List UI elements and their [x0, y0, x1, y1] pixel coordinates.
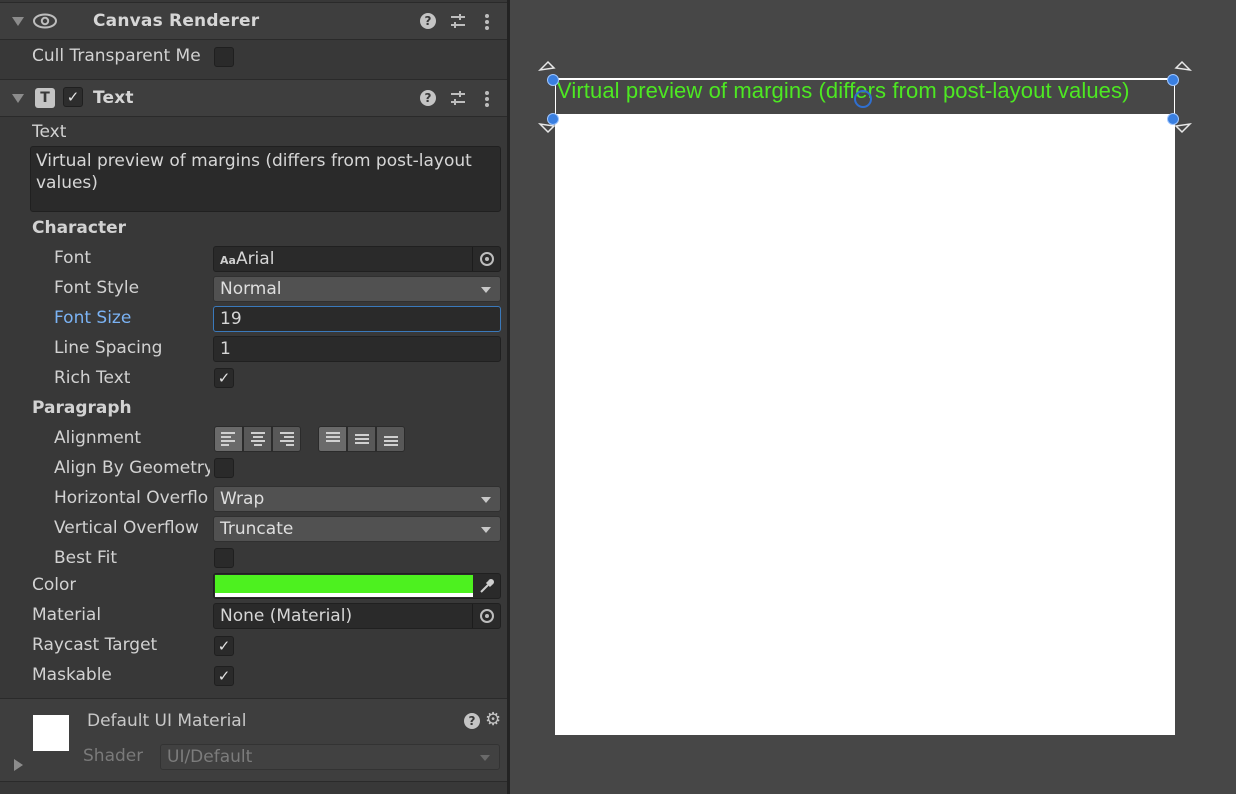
- vertical-overflow-label: Vertical Overflow: [54, 518, 199, 538]
- preset-sliders-icon[interactable]: [449, 13, 467, 30]
- resize-handle-top-left[interactable]: [547, 74, 559, 86]
- raycast-target-label: Raycast Target: [32, 635, 158, 655]
- font-style-value: Normal: [220, 279, 282, 299]
- vertical-overflow-dropdown[interactable]: Truncate: [213, 516, 501, 542]
- shader-dropdown[interactable]: UI/Default: [160, 744, 500, 770]
- color-swatch[interactable]: [215, 575, 473, 593]
- chevron-down-icon: [481, 287, 491, 293]
- foldout-arrow-icon[interactable]: [12, 17, 24, 26]
- align-by-geometry-checkbox[interactable]: [214, 458, 234, 478]
- chevron-down-icon: [481, 527, 491, 533]
- canvas-renderer-title: Canvas Renderer: [93, 11, 260, 31]
- resize-handle-bottom-left[interactable]: [547, 113, 559, 125]
- foldout-arrow-icon[interactable]: [14, 759, 23, 771]
- font-field[interactable]: AaArial: [213, 246, 501, 272]
- text-enabled-checkbox[interactable]: ✓: [63, 87, 83, 107]
- canvas-renderer-header[interactable]: Canvas Renderer ?: [0, 2, 507, 40]
- font-size-input[interactable]: 19: [213, 306, 501, 332]
- material-field[interactable]: None (Material): [213, 603, 501, 629]
- resize-handle-bottom-right[interactable]: [1167, 113, 1179, 125]
- align-right-icon[interactable]: [272, 426, 301, 452]
- shader-value: UI/Default: [167, 747, 253, 767]
- scene-view[interactable]: Virtual preview of margins (differs from…: [510, 0, 1236, 794]
- align-by-geometry-label: Align By Geometry: [54, 458, 210, 478]
- shader-label: Shader: [83, 746, 144, 766]
- material-value: None (Material): [220, 606, 353, 626]
- anchor-left-icon[interactable]: [538, 58, 558, 138]
- text-component-header[interactable]: T ✓ Text ?: [0, 79, 507, 117]
- chevron-down-icon: [480, 755, 490, 761]
- align-center-icon[interactable]: [243, 426, 272, 452]
- best-fit-checkbox[interactable]: [214, 548, 234, 568]
- cull-transparent-label: Cull Transparent Me: [32, 46, 201, 66]
- foldout-arrow-icon[interactable]: [12, 94, 24, 103]
- paragraph-section-header: Paragraph: [32, 398, 132, 418]
- cull-transparent-checkbox[interactable]: [214, 47, 234, 67]
- font-size-label: Font Size: [54, 308, 132, 328]
- raycast-target-checkbox[interactable]: ✓: [214, 636, 234, 656]
- color-field[interactable]: [213, 573, 501, 599]
- font-asset-icon: Aa: [220, 254, 236, 267]
- pivot-icon[interactable]: [854, 90, 872, 108]
- align-middle-icon[interactable]: [347, 426, 376, 452]
- align-left-icon[interactable]: [214, 426, 243, 452]
- material-preview-section: Default UI Material ? ⚙ Shader UI/Defaul…: [0, 698, 507, 782]
- preset-sliders-icon[interactable]: [449, 90, 467, 107]
- text-area[interactable]: Virtual preview of margins (differs from…: [30, 146, 501, 212]
- horizontal-overflow-dropdown[interactable]: Wrap: [213, 486, 501, 512]
- text-component-title: Text: [93, 88, 134, 108]
- font-label: Font: [54, 248, 92, 268]
- horizontal-overflow-value: Wrap: [220, 489, 265, 509]
- canvas-rect: [555, 78, 1175, 735]
- rich-text-checkbox[interactable]: ✓: [214, 368, 234, 388]
- kebab-menu-icon[interactable]: [481, 12, 493, 32]
- maskable-checkbox[interactable]: ✓: [214, 666, 234, 686]
- alpha-bar: [215, 593, 473, 597]
- font-style-label: Font Style: [54, 278, 140, 298]
- text-label: Text: [32, 122, 67, 142]
- material-label: Material: [32, 605, 102, 625]
- text-component-icon: T: [35, 88, 55, 108]
- character-section-header: Character: [32, 218, 127, 238]
- anchor-right-icon[interactable]: [1172, 58, 1192, 138]
- line-spacing-input[interactable]: 1: [213, 336, 501, 362]
- gear-icon[interactable]: ⚙: [485, 709, 501, 730]
- line-spacing-label: Line Spacing: [54, 338, 163, 358]
- vertical-alignment-group: [318, 426, 405, 452]
- horizontal-alignment-group: [214, 426, 301, 452]
- resize-handle-top-right[interactable]: [1167, 74, 1179, 86]
- kebab-menu-icon[interactable]: [481, 89, 493, 109]
- align-top-icon[interactable]: [318, 426, 347, 452]
- object-picker-icon: [479, 609, 494, 623]
- material-thumbnail[interactable]: [33, 715, 69, 751]
- align-bottom-icon[interactable]: [376, 426, 405, 452]
- help-icon[interactable]: ?: [464, 713, 480, 729]
- best-fit-label: Best Fit: [54, 548, 117, 568]
- material-name: Default UI Material: [87, 711, 247, 731]
- object-picker-button[interactable]: [472, 247, 500, 271]
- chevron-down-icon: [481, 497, 491, 503]
- eye-icon[interactable]: [32, 12, 58, 30]
- rich-text-label: Rich Text: [54, 368, 131, 388]
- help-icon[interactable]: ?: [420, 90, 436, 106]
- font-style-dropdown[interactable]: Normal: [213, 276, 501, 302]
- font-value: Arial: [235, 249, 275, 269]
- eyedropper-icon[interactable]: [479, 578, 495, 594]
- vertical-overflow-value: Truncate: [220, 519, 294, 539]
- horizontal-overflow-label: Horizontal Overflo: [54, 488, 209, 508]
- help-icon[interactable]: ?: [420, 13, 436, 29]
- preview-text: Virtual preview of margins (differs from…: [557, 78, 1130, 103]
- object-picker-button[interactable]: [472, 604, 500, 628]
- inspector-panel: Canvas Renderer ? Cull Transparent Me T …: [0, 0, 510, 794]
- object-picker-icon: [479, 252, 494, 266]
- maskable-label: Maskable: [32, 665, 112, 685]
- alignment-label: Alignment: [54, 428, 142, 448]
- color-label: Color: [32, 575, 77, 595]
